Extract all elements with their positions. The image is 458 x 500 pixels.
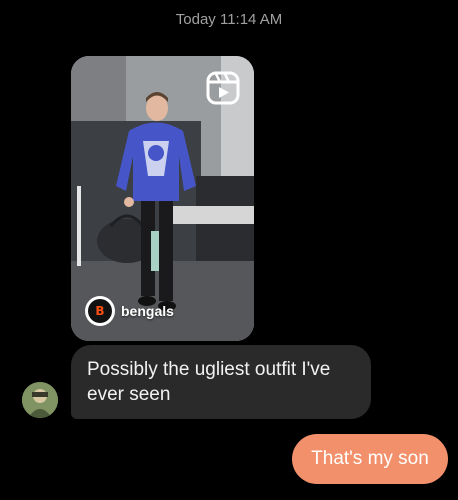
outgoing-message-bubble[interactable]: That's my son: [292, 434, 448, 484]
reels-icon: [206, 71, 240, 105]
incoming-message-bubble[interactable]: Possibly the ugliest outfit I've ever se…: [71, 345, 371, 419]
account-logo-text: B: [88, 299, 112, 323]
avatar[interactable]: [22, 382, 58, 418]
avatar-image: [22, 382, 58, 418]
bengals-logo-icon: B: [85, 296, 115, 326]
shared-reel-card[interactable]: B bengals: [71, 56, 254, 341]
account-name: bengals: [121, 303, 174, 319]
message-timestamp: Today 11:14 AM: [175, 11, 283, 28]
reel-account[interactable]: B bengals: [85, 296, 174, 326]
